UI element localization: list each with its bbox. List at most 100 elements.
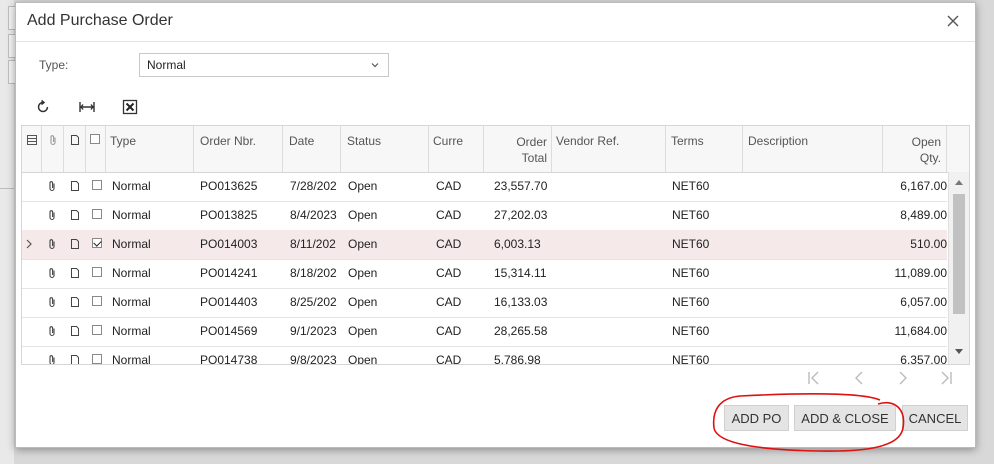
table-row[interactable]: Normal PO014003 8/11/202 Open CAD 6,003.13 NET… — [22, 230, 947, 260]
current-row-icon — [26, 239, 32, 249]
note-icon[interactable] — [69, 180, 81, 192]
scroll-down-icon[interactable] — [954, 348, 964, 356]
cell-description — [748, 346, 878, 364]
next-page-icon[interactable] — [893, 369, 913, 387]
note-icon[interactable] — [69, 325, 81, 337]
select-all-checkbox[interactable] — [90, 134, 100, 144]
header-order-nbr[interactable]: Order Nbr. — [194, 126, 283, 172]
cell-date: 7/28/202 — [290, 179, 337, 193]
table-row[interactable]: Normal PO014241 8/18/202 Open CAD 15,314.11 NE… — [22, 259, 947, 289]
cell-date: 8/18/202 — [290, 266, 337, 280]
cell-order-nbr[interactable]: PO014241 — [200, 259, 280, 288]
note-icon[interactable] — [69, 354, 81, 365]
add-and-close-button[interactable]: ADD & CLOSE — [794, 405, 896, 431]
cell-order-total: 15,314.11 — [494, 266, 547, 280]
scroll-up-icon[interactable] — [954, 178, 964, 186]
cell-order-nbr[interactable]: PO013625 — [200, 172, 280, 201]
paperclip-icon[interactable] — [46, 238, 58, 250]
add-po-button[interactable]: ADD PO — [724, 405, 789, 431]
row-checkbox[interactable] — [92, 296, 102, 306]
add-purchase-order-dialog: Add Purchase Order Type: Normal Type Ord… — [15, 2, 976, 448]
scrollbar-thumb[interactable] — [953, 194, 965, 314]
table-row[interactable]: Normal PO013625 7/28/202 Open CAD 23,557.70 NE… — [22, 172, 947, 202]
excel-export-icon[interactable] — [120, 97, 140, 117]
type-select[interactable]: Normal — [139, 53, 389, 77]
cell-status: Open — [348, 353, 378, 365]
note-icon[interactable] — [69, 267, 81, 279]
cancel-button[interactable]: CANCEL — [902, 405, 968, 431]
fit-columns-icon[interactable] — [77, 97, 97, 117]
cell-order-nbr[interactable]: PO014569 — [200, 317, 280, 346]
cell-status: Open — [348, 208, 378, 222]
table-row[interactable]: Normal PO014569 9/1/2023 Open CAD 28,265.58 NE… — [22, 317, 947, 347]
cell-vendor-ref — [556, 317, 662, 346]
cell-status: Open — [348, 237, 378, 251]
row-checkbox[interactable] — [92, 325, 102, 335]
header-terms[interactable]: Terms — [666, 126, 743, 172]
cell-order-total: 6,003.13 — [494, 237, 541, 251]
background-divider — [0, 188, 14, 189]
row-checkbox[interactable] — [92, 238, 102, 248]
cell-open-qty: 6,057.00 — [900, 295, 947, 309]
cell-date: 9/8/2023 — [290, 353, 337, 365]
dialog-title-bar: Add Purchase Order — [16, 3, 975, 42]
paperclip-icon[interactable] — [46, 354, 58, 365]
cell-order-nbr[interactable]: PO013825 — [200, 201, 280, 230]
prev-page-icon[interactable] — [849, 369, 869, 387]
cell-currency: CAD — [436, 353, 462, 365]
paperclip-icon[interactable] — [46, 325, 58, 337]
cell-currency: CAD — [436, 237, 462, 251]
close-icon[interactable] — [945, 13, 961, 29]
header-description[interactable]: Description — [743, 126, 883, 172]
paperclip-icon — [50, 135, 56, 146]
cell-terms: NET60 — [672, 295, 710, 309]
paperclip-icon[interactable] — [46, 267, 58, 279]
note-icon[interactable] — [69, 209, 81, 221]
type-label: Type: — [39, 58, 69, 72]
header-order-total[interactable]: Order Total — [484, 126, 552, 172]
cell-order-total: 28,265.58 — [494, 324, 548, 338]
row-checkbox[interactable] — [92, 180, 102, 190]
header-vendor-ref[interactable]: Vendor Ref. — [552, 126, 666, 172]
header-date[interactable]: Date — [283, 126, 341, 172]
row-checkbox[interactable] — [92, 267, 102, 277]
cell-terms: NET60 — [672, 353, 710, 365]
header-row-selector[interactable] — [22, 126, 42, 172]
cell-order-nbr[interactable]: PO014003 — [200, 230, 280, 259]
row-checkbox[interactable] — [92, 354, 102, 364]
paperclip-icon[interactable] — [46, 180, 58, 192]
cell-currency: CAD — [436, 179, 462, 193]
table-row[interactable]: Normal PO013825 8/4/2023 Open CAD 27,202.03 NE… — [22, 201, 947, 231]
cell-terms: NET60 — [672, 208, 710, 222]
last-page-icon[interactable] — [936, 369, 956, 387]
header-select-all[interactable] — [86, 126, 106, 172]
dialog-title: Add Purchase Order — [27, 12, 173, 29]
cell-description — [748, 288, 878, 317]
table-row[interactable]: Normal PO014738 9/8/2023 Open CAD 5,786.98 NET… — [22, 346, 947, 365]
header-type[interactable]: Type — [106, 126, 194, 172]
header-open-qty[interactable]: Open Qty. — [883, 126, 947, 172]
cell-currency: CAD — [436, 208, 462, 222]
cell-order-nbr[interactable]: PO014738 — [200, 346, 280, 364]
table-row[interactable]: Normal PO014403 8/25/202 Open CAD 16,133.03 NE… — [22, 288, 947, 318]
grid-header: Type Order Nbr. Date Status Curre Order T… — [22, 126, 969, 173]
vertical-scrollbar[interactable] — [948, 172, 969, 364]
first-page-icon[interactable] — [804, 369, 824, 387]
cell-open-qty: 510.00 — [910, 237, 947, 251]
cell-description — [748, 230, 878, 259]
cell-vendor-ref — [556, 346, 662, 364]
cell-order-total: 23,557.70 — [494, 179, 548, 193]
cell-description — [748, 201, 878, 230]
header-attachment[interactable] — [42, 126, 64, 172]
header-status[interactable]: Status — [341, 126, 429, 172]
note-icon[interactable] — [69, 238, 81, 250]
paperclip-icon[interactable] — [46, 209, 58, 221]
paperclip-icon[interactable] — [46, 296, 58, 308]
refresh-icon[interactable] — [33, 97, 53, 117]
cell-vendor-ref — [556, 230, 662, 259]
note-icon[interactable] — [69, 296, 81, 308]
cell-order-nbr[interactable]: PO014403 — [200, 288, 280, 317]
header-note[interactable] — [64, 126, 86, 172]
row-checkbox[interactable] — [92, 209, 102, 219]
header-currency[interactable]: Curre — [429, 126, 484, 172]
